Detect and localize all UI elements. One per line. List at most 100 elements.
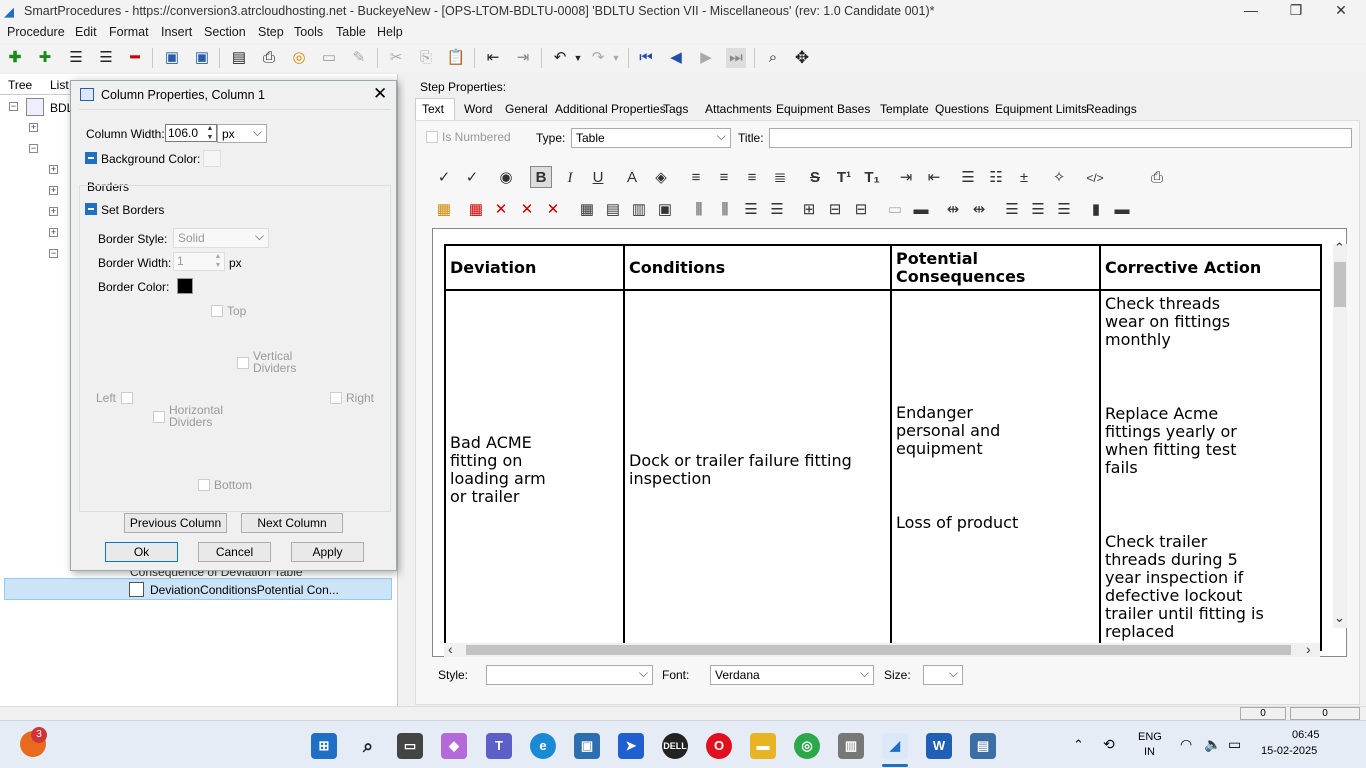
export-icon[interactable]: ▤	[229, 48, 249, 68]
edge-icon[interactable]: e	[530, 733, 556, 759]
italic-icon[interactable]: I	[559, 167, 581, 189]
remote-desktop-icon[interactable]: ▤	[970, 733, 996, 759]
spell-check-icon[interactable]: ⌕	[763, 48, 783, 68]
move-icon[interactable]: ✥	[792, 48, 812, 68]
table-cell[interactable]: Dock or trailer failure fitting inspecti…	[623, 289, 892, 651]
editor-area[interactable]: Deviation Conditions Potential Consequen…	[432, 228, 1347, 657]
align-center-icon[interactable]: ≡	[713, 167, 735, 189]
language-line-2[interactable]: IN	[1144, 746, 1155, 758]
menu-edit[interactable]: Edit	[75, 25, 97, 39]
scroll-left-icon[interactable]: ‹	[448, 641, 453, 657]
menu-tools[interactable]: Tools	[294, 25, 323, 39]
collapse-icon[interactable]: −	[49, 249, 58, 258]
highlight-icon[interactable]: ◈	[650, 167, 672, 189]
expand-icon[interactable]: +	[49, 207, 58, 216]
spinner-icon[interactable]: ▲ ▼	[203, 124, 217, 142]
expand-icon[interactable]: +	[49, 165, 58, 174]
collapse-icon[interactable]: −	[9, 102, 18, 111]
valign-top-icon[interactable]: ☰	[1001, 199, 1023, 221]
tab-tree[interactable]: Tree	[8, 78, 32, 92]
merge-cell-icon[interactable]: ⊟	[824, 199, 846, 221]
indent-icon[interactable]: ⇥	[513, 48, 533, 68]
delete-icon[interactable]: ━	[125, 48, 145, 68]
next-column-button[interactable]: Next Column	[241, 513, 343, 533]
apply-button[interactable]: Apply	[291, 542, 364, 562]
table-cell[interactable]: Endanger personal and equipment Loss of …	[890, 289, 1101, 651]
expand-icon[interactable]: +	[29, 123, 38, 132]
print-icon[interactable]: ⎙	[259, 48, 279, 68]
undo-dropdown-icon[interactable]: ▼	[568, 48, 588, 68]
opera-icon[interactable]: O	[706, 733, 732, 759]
previous-icon[interactable]: ◀	[666, 48, 686, 68]
outdent-icon[interactable]: ⇤	[483, 48, 503, 68]
close-window-button[interactable]: ✕	[1326, 2, 1356, 22]
selected-tree-row[interactable]: DeviationConditionsPotential Con...	[4, 578, 392, 600]
header-cell[interactable]: Deviation	[444, 244, 625, 291]
save-all-icon[interactable]: ▣	[162, 48, 182, 68]
top-checkbox[interactable]	[211, 305, 223, 317]
bold-icon[interactable]: B	[530, 166, 552, 188]
ok-button[interactable]: Ok	[105, 542, 178, 562]
menu-table[interactable]: Table	[336, 25, 366, 39]
type-select[interactable]: Table	[571, 128, 731, 148]
file-explorer-icon[interactable]: ▬	[750, 733, 776, 759]
insert-row-below-icon[interactable]: ☰	[766, 199, 788, 221]
magic-wand-icon[interactable]: ✧	[1048, 167, 1070, 189]
add-child-icon[interactable]: ✚	[35, 48, 55, 68]
valign-bottom-icon[interactable]: ☰	[1053, 199, 1075, 221]
right-checkbox[interactable]	[330, 392, 342, 404]
save-icon[interactable]: ▣	[192, 48, 212, 68]
vertical-scrollbar[interactable]: ⌃ ⌄	[1333, 240, 1347, 628]
copilot-icon[interactable]: ◆	[441, 733, 467, 759]
chevron-up-icon[interactable]: ⌃	[1073, 737, 1084, 753]
clock-date[interactable]: 15-02-2025	[1261, 745, 1317, 757]
menu-help[interactable]: Help	[377, 25, 403, 39]
insert-column-right-icon[interactable]: ⫼	[714, 199, 736, 221]
insert-before-icon[interactable]: ☰	[66, 48, 86, 68]
tab-bases[interactable]: Bases	[837, 102, 870, 116]
tab-general[interactable]: General	[505, 102, 548, 116]
numbered-list-icon[interactable]: ☷	[985, 167, 1007, 189]
special-character-icon[interactable]: ◉	[495, 167, 517, 189]
font-color-icon[interactable]: A	[621, 167, 643, 189]
column-width-unit-select[interactable]: px	[217, 124, 267, 143]
tab-attachments[interactable]: Attachments	[705, 102, 772, 116]
background-color-checkbox[interactable]	[85, 152, 97, 164]
expand-icon[interactable]: +	[49, 228, 58, 237]
split-cell-icon[interactable]: ⊞	[798, 199, 820, 221]
tab-tags[interactable]: Tags	[663, 102, 688, 116]
subscript-icon[interactable]: T₁	[861, 167, 883, 189]
size-select[interactable]	[923, 665, 963, 685]
tab-template[interactable]: Template	[880, 102, 929, 116]
tab-word[interactable]: Word	[464, 102, 492, 116]
close-dialog-button[interactable]: ✕	[373, 84, 387, 104]
cell-shading-icon[interactable]: ▬	[910, 199, 932, 221]
tab-readings[interactable]: Readings	[1086, 102, 1137, 116]
insert-column-left-icon[interactable]: ⫼	[688, 199, 710, 221]
menu-format[interactable]: Format	[109, 25, 149, 39]
table-cell[interactable]: Check threads wear on fittings monthly R…	[1099, 289, 1322, 651]
title-input[interactable]	[769, 128, 1352, 148]
power-automate-icon[interactable]: ➤	[618, 733, 644, 759]
header-cell[interactable]: Potential Consequences	[890, 244, 1101, 291]
border-style-select[interactable]: Solid	[173, 228, 269, 248]
justify-icon[interactable]: ≣	[769, 167, 791, 189]
tab-questions[interactable]: Questions	[935, 102, 989, 116]
scroll-down-icon[interactable]: ⌄	[1334, 610, 1345, 626]
horizontal-scrollbar[interactable]: ‹ ›	[444, 641, 1320, 657]
tab-equipment-limits[interactable]: Equipment Limits	[995, 102, 1087, 116]
increase-indent-icon[interactable]: ⇥	[895, 167, 917, 189]
vertical-dividers-checkbox[interactable]	[237, 357, 249, 369]
is-numbered-checkbox[interactable]	[426, 131, 438, 143]
decrease-indent-icon[interactable]: ⇤	[923, 167, 945, 189]
expand-icon[interactable]: +	[49, 186, 58, 195]
previous-column-button[interactable]: Previous Column	[124, 513, 227, 533]
scroll-right-icon[interactable]: ›	[1306, 641, 1311, 657]
add-icon[interactable]: ✚	[5, 48, 25, 68]
spinner-icon[interactable]: ▲ ▼	[211, 252, 225, 270]
table-width-icon[interactable]: ⇹	[968, 199, 990, 221]
column-marker-icon[interactable]: ▮	[1085, 199, 1107, 221]
store-icon[interactable]: ▣	[574, 733, 600, 759]
start-icon[interactable]: ⊞	[311, 733, 337, 759]
spell-check-icon[interactable]: ✓	[433, 167, 455, 189]
